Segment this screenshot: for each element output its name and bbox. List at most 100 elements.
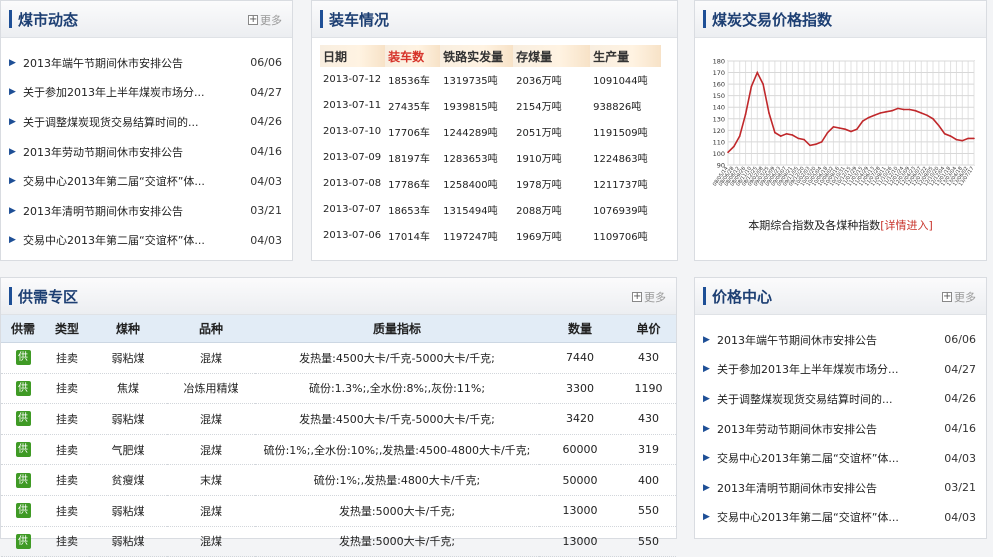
cell-quantity: 60000 <box>539 434 621 466</box>
table-row[interactable]: 供挂卖 气肥煤 混煤 硫份:1%;,全水份:10%;,发热量:4500-4800大卡/… <box>1 434 676 466</box>
price-index-chart[interactable]: 90 100 110 120 130 140 150 160 170 180 08/05/14 08/… <box>702 53 978 205</box>
market-news-more-link[interactable]: + 更多 <box>248 12 282 28</box>
cell-stock: 2036万吨 <box>516 76 562 88</box>
news-date: 04/16 <box>944 422 976 436</box>
data-point <box>926 114 928 117</box>
cell-rail-volume: 1315494吨 <box>443 205 498 217</box>
data-point <box>932 117 934 120</box>
cell-variety: 混煤 <box>167 403 255 435</box>
cell-type: 挂卖 <box>45 495 89 527</box>
table-row[interactable]: 供挂卖 贫瘦煤 末煤 硫份:1%;,发热量:4800大卡/千克; 50000 400 <box>1 464 676 496</box>
news-item[interactable]: ▶ 交易中心2013年第二届“交谊杯”体... 04/03 <box>9 166 282 196</box>
data-point <box>797 137 800 140</box>
cell-rail-volume: 1319735吨 <box>443 76 498 88</box>
data-point <box>914 109 917 112</box>
table-row[interactable]: 供挂卖 弱粘煤 混煤 发热量:5000大卡/千克; 13000 550 <box>1 495 676 527</box>
cell-wagons: 17786车 <box>388 180 430 191</box>
supply-demand-more-link[interactable]: + 更多 <box>632 289 666 305</box>
cell-price: 400 <box>621 464 676 496</box>
data-point <box>803 138 805 141</box>
data-point <box>902 108 905 111</box>
y-tick-label: 100 <box>713 150 725 158</box>
bullet-arrow-icon: ▶ <box>703 334 710 345</box>
supply-badge: 供 <box>15 533 31 549</box>
news-date: 04/03 <box>944 451 976 465</box>
more-label: 更多 <box>260 14 282 27</box>
supply-badge: 供 <box>15 380 31 396</box>
data-point <box>856 128 858 130</box>
data-point <box>891 109 893 112</box>
cell-variety: 冶炼用精煤 <box>167 373 255 405</box>
data-point <box>850 130 852 133</box>
data-point <box>867 116 870 119</box>
y-tick-label: 110 <box>713 138 725 146</box>
market-news-header: 煤市动态 + 更多 <box>1 1 292 38</box>
news-item[interactable]: ▶ 交易中心2013年第二届“交谊杯”体... 04/03 <box>9 226 282 256</box>
data-point <box>961 139 964 142</box>
data-point <box>949 135 952 137</box>
column-header-type: 类型 <box>45 315 89 343</box>
cell-production: 1109706吨 <box>593 231 648 243</box>
cell-date: 2013-07-07 <box>323 203 382 215</box>
news-item[interactable]: ▶ 交易中心2013年第二届“交谊杯”体... 04/03 <box>703 443 976 473</box>
news-title: 关于参加2013年上半年煤炭市场分... <box>23 86 205 100</box>
news-item[interactable]: ▶ 交易中心2013年第二届“交谊杯”体... 04/03 <box>703 503 976 533</box>
plus-icon: + <box>942 291 952 302</box>
table-row: 2013-07-09 18197车 1283653吨 1910万吨 1224863吨 <box>320 145 661 171</box>
cell-quantity: 3300 <box>539 373 621 405</box>
cell-variety: 混煤 <box>167 434 255 466</box>
bullet-arrow-icon: ▶ <box>9 116 16 127</box>
column-header-price: 单价 <box>621 315 676 343</box>
news-title: 交易中心2013年第二届“交谊杯”体... <box>23 175 205 189</box>
news-date: 06/06 <box>944 333 976 347</box>
details-link[interactable]: [详情进入] <box>880 219 933 232</box>
table-row: 2013-07-10 17706车 1244289吨 2051万吨 1191509吨 <box>320 119 661 145</box>
news-item[interactable]: ▶ 2013年端午节期间休市安排公告 06/06 <box>9 48 282 78</box>
cell-type: 挂卖 <box>45 526 89 557</box>
news-item[interactable]: ▶ 2013年清明节期间休市安排公告 03/21 <box>703 473 976 503</box>
market-news-panel: 煤市动态 + 更多 ▶ 2013年端午节期间休市安排公告 06/06 ▶ 关于参加20… <box>0 0 293 261</box>
news-item[interactable]: ▶ 关于调整煤炭现货交易结算时间的... 04/26 <box>9 107 282 137</box>
cell-production: 938826吨 <box>593 102 642 114</box>
price-center-more-link[interactable]: + 更多 <box>942 289 976 305</box>
news-item[interactable]: ▶ 关于调整煤炭现货交易结算时间的... 04/26 <box>703 384 976 414</box>
cell-rail-volume: 1939815吨 <box>443 102 498 114</box>
column-header-stock: 存煤量 <box>513 45 591 67</box>
news-item[interactable]: ▶ 2013年劳动节期间休市安排公告 04/16 <box>703 414 976 444</box>
bullet-arrow-icon: ▶ <box>703 482 710 493</box>
news-item[interactable]: ▶ 2013年劳动节期间休市安排公告 04/16 <box>9 137 282 167</box>
news-item[interactable]: ▶ 2013年清明节期间休市安排公告 03/21 <box>9 196 282 226</box>
column-header-rail-volume: 铁路实发量 <box>440 45 514 67</box>
table-row: 2013-07-11 27435车 1939815吨 2154万吨 938826吨 <box>320 93 661 119</box>
loading-header: 装车情况 <box>312 1 677 38</box>
news-item[interactable]: ▶ 关于参加2013年上半年煤炭市场分... 04/27 <box>703 355 976 385</box>
table-row: 2013-07-12 18536车 1319735吨 2036万吨 1091044吨 <box>320 67 661 93</box>
cell-date: 2013-07-06 <box>323 229 382 241</box>
table-row[interactable]: 供挂卖 弱粘煤 混煤 发热量:4500大卡/千克-5000大卡/千克; 3420 430 <box>1 403 676 435</box>
table-row[interactable]: 供挂卖 焦煤 冶炼用精煤 硫份:1.3%;,全水份:8%;,灰份:11%; 3300 11… <box>1 373 676 405</box>
cell-date: 2013-07-10 <box>323 126 382 138</box>
header-accent-bar <box>9 10 12 28</box>
news-item[interactable]: ▶ 2013年端午节期间休市安排公告 06/06 <box>703 325 976 355</box>
bullet-arrow-icon: ▶ <box>703 393 710 404</box>
cell-price: 319 <box>621 434 676 466</box>
cell-type: 挂卖 <box>45 403 89 435</box>
data-point <box>943 133 946 135</box>
data-point <box>826 131 829 134</box>
cell-date: 2013-07-09 <box>323 152 382 164</box>
news-title: 关于调整煤炭现货交易结算时间的... <box>717 392 893 406</box>
y-tick-label: 160 <box>713 81 725 89</box>
table-row[interactable]: 供挂卖 弱粘煤 混煤 发热量:4500大卡/千克-5000大卡/千克; 7440 430 <box>1 342 676 374</box>
cell-type: 挂卖 <box>45 342 89 374</box>
cell-coal: 弱粘煤 <box>89 526 167 557</box>
cell-production: 1091044吨 <box>593 76 648 88</box>
news-title: 2013年劳动节期间休市安排公告 <box>717 422 877 436</box>
cell-rail-volume: 1197247吨 <box>443 231 498 243</box>
cell-stock: 1978万吨 <box>516 180 562 191</box>
news-item[interactable]: ▶ 关于参加2013年上半年煤炭市场分... 04/27 <box>9 78 282 108</box>
loading-panel: 装车情况 日期 装车数 铁路实发量 存煤量 生产量 2013-07-12 1853… <box>311 0 678 261</box>
supply-demand-table: 供需 类型 煤种 品种 质量指标 数量 单价 供挂卖 弱粘煤 混煤 发热量:4500大… <box>1 315 676 557</box>
news-title: 2013年端午节期间休市安排公告 <box>23 56 183 70</box>
table-row[interactable]: 供挂卖 弱粘煤 混煤 发热量:5000大卡/千克; 13000 550 <box>1 526 676 557</box>
news-date: 04/26 <box>944 392 976 406</box>
